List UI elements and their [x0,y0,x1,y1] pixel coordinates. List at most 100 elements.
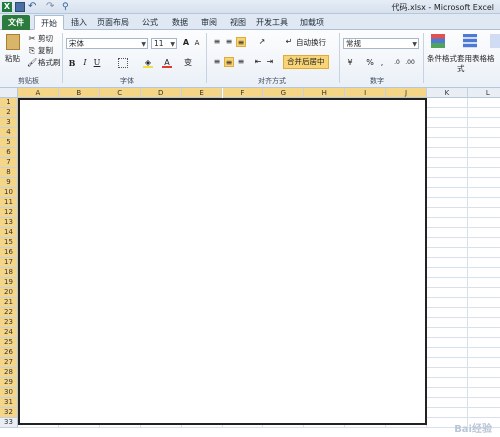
fill-color-icon[interactable]: ◈ [143,58,153,68]
row-header-28[interactable]: 28 [0,368,18,378]
align-top-icon[interactable]: ≡ [212,37,222,47]
tab-developer[interactable]: 开发工具 [255,15,289,30]
tab-page-layout[interactable]: 页面布局 [96,15,130,30]
row-header-22[interactable]: 22 [0,308,18,318]
column-header-b[interactable]: B [58,88,100,98]
tab-addins[interactable]: 加载项 [298,15,326,30]
row-header-15[interactable]: 15 [0,238,18,248]
save-icon[interactable] [15,2,25,12]
align-center-icon[interactable]: ≡ [224,57,234,67]
column-header-j[interactable]: J [386,88,427,98]
font-name-select[interactable]: 宋体 ▼ [66,38,148,49]
decrease-decimal-icon[interactable]: .00 [405,58,415,68]
decrease-indent-icon[interactable]: ⇤ [253,57,263,67]
tab-data[interactable]: 数据 [169,15,191,30]
row-header-32[interactable]: 32 [0,408,18,418]
row-header-6[interactable]: 6 [0,148,18,158]
row-header-2[interactable]: 2 [0,108,18,118]
orientation-icon[interactable]: ↗ [257,37,267,47]
row-header-11[interactable]: 11 [0,198,18,208]
paste-button[interactable]: 粘贴 [5,54,20,64]
cut-button[interactable]: 剪切 [38,34,53,44]
column-header-i[interactable]: I [345,88,387,98]
column-header-k[interactable]: K [427,88,468,98]
row-header-3[interactable]: 3 [0,118,18,128]
row-header-8[interactable]: 8 [0,168,18,178]
number-format-select[interactable]: 常规 ▼ [343,38,419,49]
column-header-a[interactable]: A [18,88,59,98]
worksheet[interactable]: ABCDEFGHIJKL 1 2 3 4 5 6 7 8 9 10 11 12 13 14 15 16 17 18… [0,88,500,437]
separator [423,33,424,83]
row-header-24[interactable]: 24 [0,328,18,338]
row-header-12[interactable]: 12 [0,208,18,218]
row-header-18[interactable]: 18 [0,268,18,278]
increase-indent-icon[interactable]: ⇥ [265,57,275,67]
conditional-format-button[interactable]: 条件格式 [427,54,457,64]
align-left-icon[interactable]: ≡ [212,57,222,67]
column-header-c[interactable]: C [99,88,141,98]
format-painter-button[interactable]: 格式刷 [38,58,61,68]
row-header-29[interactable]: 29 [0,378,18,388]
column-header-d[interactable]: D [140,88,182,98]
table-format-button[interactable]: 套用表格格式 [457,54,497,74]
redo-icon[interactable]: ↷ [46,2,56,12]
comma-button[interactable]: , [377,58,387,68]
row-header-33[interactable]: 33 [0,418,18,428]
row-header-23[interactable]: 23 [0,318,18,328]
underline-button[interactable]: U [92,58,102,68]
border-icon[interactable] [118,58,128,68]
select-all-corner[interactable] [0,88,18,98]
row-header-19[interactable]: 19 [0,278,18,288]
column-header-e[interactable]: E [181,88,223,98]
copy-button[interactable]: 复制 [38,46,53,56]
paste-icon[interactable] [6,34,20,50]
row-header-26[interactable]: 26 [0,348,18,358]
row-header-1[interactable]: 1 [0,98,18,108]
row-header-10[interactable]: 10 [0,188,18,198]
align-bottom-icon[interactable]: ≡ [236,37,246,47]
column-header-l[interactable]: L [467,88,500,98]
row-header-25[interactable]: 25 [0,338,18,348]
quick-access-customize-icon[interactable]: ⚲ [62,2,72,12]
tab-formulas[interactable]: 公式 [139,15,161,30]
merge-center-button[interactable]: 合并后居中 [283,55,329,69]
italic-button[interactable]: I [80,58,90,68]
row-header-5[interactable]: 5 [0,138,18,148]
font-shrink-icon[interactable]: A [192,38,202,48]
column-header-f[interactable]: F [222,88,264,98]
column-header-g[interactable]: G [263,88,305,98]
chevron-down-icon: ▼ [412,41,417,48]
selected-range[interactable] [18,98,427,425]
row-header-20[interactable]: 20 [0,288,18,298]
row-header-14[interactable]: 14 [0,228,18,238]
tab-home[interactable]: 开始 [34,15,64,30]
align-right-icon[interactable]: ≡ [236,57,246,67]
column-header-h[interactable]: H [304,88,346,98]
currency-icon[interactable]: ¥ [345,58,355,68]
font-color-icon[interactable]: A [162,58,172,68]
align-middle-icon[interactable]: ≡ [224,37,234,47]
row-header-16[interactable]: 16 [0,248,18,258]
row-header-17[interactable]: 17 [0,258,18,268]
row-header-13[interactable]: 13 [0,218,18,228]
row-header-9[interactable]: 9 [0,178,18,188]
font-grow-icon[interactable]: A [181,38,191,48]
percent-button[interactable]: % [365,58,375,68]
row-header-7[interactable]: 7 [0,158,18,168]
phonetic-icon[interactable]: 变 [183,58,193,68]
tab-file[interactable]: 文件 [2,15,30,30]
increase-decimal-icon[interactable]: .0 [392,58,402,68]
row-header-31[interactable]: 31 [0,398,18,408]
tab-review[interactable]: 审阅 [198,15,220,30]
row-header-4[interactable]: 4 [0,128,18,138]
row-header-21[interactable]: 21 [0,298,18,308]
cell-styles-icon[interactable] [490,34,500,48]
tab-insert[interactable]: 插入 [68,15,90,30]
row-header-27[interactable]: 27 [0,358,18,368]
wrap-text-button[interactable]: 自动换行 [296,38,326,48]
undo-icon[interactable]: ↶ [28,2,38,12]
bold-button[interactable]: B [67,58,77,68]
tab-view[interactable]: 视图 [227,15,249,30]
row-header-30[interactable]: 30 [0,388,18,398]
font-size-select[interactable]: 11 ▼ [151,38,177,49]
